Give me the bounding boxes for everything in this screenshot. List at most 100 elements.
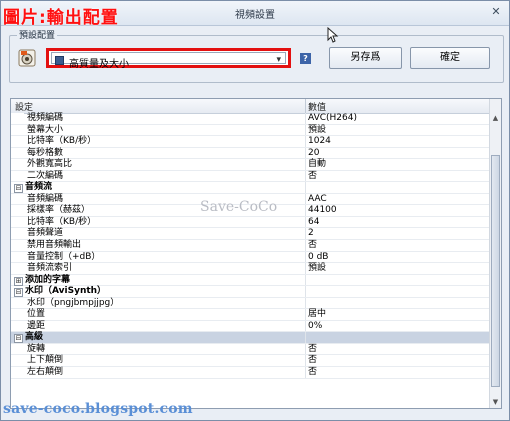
- property-value[interactable]: 44100: [308, 205, 337, 217]
- row-gutter: [11, 193, 24, 205]
- property-value[interactable]: 0 dB: [308, 252, 328, 264]
- property-row[interactable]: 水印（pngjbmpjjpg）: [11, 297, 489, 310]
- row-gutter: [11, 113, 24, 124]
- scroll-down-icon[interactable]: ▼: [490, 397, 501, 408]
- column-divider: [305, 159, 306, 170]
- property-name: 音量控制（+dB）: [27, 251, 101, 262]
- header-setting[interactable]: 設定: [15, 100, 33, 113]
- property-value[interactable]: AAC: [308, 194, 327, 206]
- property-name: 螢幕大小: [27, 124, 64, 135]
- property-value[interactable]: 2: [308, 228, 314, 240]
- header-value[interactable]: 數值: [308, 100, 326, 113]
- property-row[interactable]: 比特率（KB/秒） 64: [11, 216, 489, 229]
- header-column-divider[interactable]: [305, 99, 306, 113]
- overlay-caption: 圖片:輸出配置: [3, 8, 119, 28]
- row-gutter: [11, 320, 24, 332]
- property-value[interactable]: 自動: [308, 159, 326, 171]
- property-value[interactable]: 64: [308, 217, 319, 229]
- category-label: 高級: [25, 332, 44, 343]
- property-value[interactable]: AVC(H264): [308, 113, 357, 125]
- property-row[interactable]: 外觀寬高比 自動: [11, 159, 489, 171]
- category-row[interactable]: ⊟ 水印（AviSynth）: [11, 286, 489, 298]
- chevron-down-icon[interactable]: ▾: [276, 55, 281, 65]
- help-icon[interactable]: ?: [300, 53, 311, 64]
- column-divider: [305, 355, 306, 367]
- app-logo-icon: [18, 49, 36, 67]
- row-gutter: [11, 355, 24, 367]
- grid-rows: 視頻編碼 AVC(H264) 螢幕大小 預設 比特率（KB/秒） 1024 每秒格數 20 外觀…: [11, 113, 489, 379]
- property-row[interactable]: 左右顛倒 否: [11, 367, 489, 379]
- property-row[interactable]: 音頻流索引 預設: [11, 263, 489, 275]
- property-row[interactable]: 旋轉 否: [11, 343, 489, 356]
- preset-dropdown-inner: 高質量及大小 ▾: [51, 52, 286, 70]
- property-value[interactable]: 20: [308, 148, 319, 160]
- category-row[interactable]: ⊞ 添加的字幕: [11, 274, 489, 287]
- vertical-scrollbar[interactable]: ▲ ▼: [489, 99, 501, 408]
- property-row[interactable]: 每秒格數 20: [11, 147, 489, 160]
- row-gutter: [11, 297, 24, 309]
- property-row[interactable]: 位置 居中: [11, 309, 489, 321]
- close-icon[interactable]: ✕: [489, 5, 503, 19]
- property-name: 視頻編碼: [27, 113, 64, 123]
- property-name: 比特率（KB/秒）: [27, 136, 97, 147]
- property-name: 比特率（KB/秒）: [27, 216, 97, 227]
- property-value[interactable]: 否: [308, 344, 317, 356]
- property-name: 二次編碼: [27, 170, 64, 181]
- column-divider: [305, 240, 306, 251]
- property-row[interactable]: 視頻編碼 AVC(H264): [11, 113, 489, 125]
- row-gutter: [11, 251, 24, 263]
- property-row[interactable]: 禁用音頻輸出 否: [11, 240, 489, 252]
- property-value[interactable]: 1024: [308, 136, 331, 148]
- property-value[interactable]: 預設: [308, 263, 326, 275]
- column-divider: [305, 367, 306, 378]
- property-row[interactable]: 音頻聲道 2: [11, 228, 489, 241]
- column-divider: [305, 170, 306, 182]
- column-divider: [305, 263, 306, 274]
- property-name: 左右顛倒: [27, 367, 64, 378]
- column-divider: [305, 332, 306, 343]
- settings-grid[interactable]: 設定 數值 視頻編碼 AVC(H264) 螢幕大小 預設 比特率（KB/秒） 1024 每秒…: [10, 98, 502, 409]
- category-row[interactable]: ⊟ 音頻流: [11, 182, 489, 194]
- watermark-text: Save-CoCo: [200, 199, 278, 215]
- property-value[interactable]: 否: [308, 355, 317, 367]
- property-name: 位置: [27, 309, 46, 320]
- property-row[interactable]: 音量控制（+dB） 0 dB: [11, 251, 489, 264]
- row-gutter: [11, 343, 24, 355]
- collapse-icon[interactable]: ⊟: [14, 334, 23, 344]
- property-value[interactable]: 預設: [308, 125, 326, 137]
- category-row[interactable]: ⊟ 高級: [11, 332, 489, 344]
- column-divider: [305, 113, 306, 124]
- grid-header: 設定 數值: [11, 99, 489, 114]
- property-value[interactable]: 否: [308, 171, 317, 183]
- save-as-button[interactable]: 另存爲: [329, 47, 402, 69]
- floppy-disk-icon: [55, 56, 64, 65]
- property-value[interactable]: 居中: [308, 309, 326, 321]
- property-value[interactable]: 否: [308, 367, 317, 379]
- row-gutter: [11, 136, 24, 147]
- property-name: 邊距: [27, 320, 46, 331]
- property-name: 採樣率（赫茲）: [27, 205, 91, 216]
- category-label: 添加的字幕: [25, 274, 71, 285]
- row-gutter: [11, 263, 24, 274]
- ok-button[interactable]: 確定: [410, 47, 490, 69]
- collapse-icon[interactable]: ⊟: [14, 288, 23, 298]
- scrollbar-thumb[interactable]: [491, 155, 500, 387]
- column-divider: [305, 251, 306, 263]
- property-name: 旋轉: [27, 343, 46, 354]
- preset-dropdown[interactable]: 高質量及大小 ▾: [46, 48, 291, 70]
- property-row[interactable]: 上下顛倒 否: [11, 355, 489, 368]
- property-row[interactable]: 邊距 0%: [11, 320, 489, 333]
- column-divider: [305, 309, 306, 320]
- property-row[interactable]: 比特率（KB/秒） 1024: [11, 136, 489, 148]
- property-row[interactable]: 螢幕大小 預設: [11, 124, 489, 137]
- scroll-up-icon[interactable]: ▲: [490, 113, 501, 124]
- property-row[interactable]: 二次編碼 否: [11, 170, 489, 183]
- row-gutter: [11, 124, 24, 136]
- collapse-icon[interactable]: ⊟: [14, 184, 23, 194]
- property-name: 音頻編碼: [27, 193, 64, 204]
- property-value[interactable]: 否: [308, 240, 317, 252]
- property-value[interactable]: 0%: [308, 321, 322, 333]
- row-gutter: [11, 159, 24, 170]
- expand-icon[interactable]: ⊞: [14, 276, 23, 286]
- category-label: 水印（AviSynth）: [25, 286, 107, 297]
